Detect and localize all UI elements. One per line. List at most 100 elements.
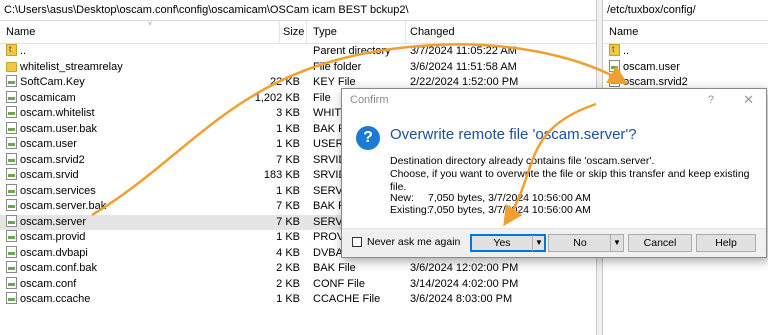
sort-indicator-icon: ˅ <box>148 21 153 28</box>
file-icon <box>6 214 17 227</box>
file-type: CCACHE File <box>313 293 381 305</box>
file-size: 2 KB <box>276 262 300 274</box>
remote-file-list: .. oscam.user oscam.srvid2 <box>603 44 768 91</box>
yes-button-label: Yes <box>493 237 511 249</box>
file-name: oscam.conf <box>20 277 77 290</box>
dialog-heading: Overwrite remote file 'oscam.server'? <box>390 126 637 143</box>
column-header-size[interactable]: Size <box>283 21 304 43</box>
file-size: 22 KB <box>270 76 300 88</box>
no-button-label: No <box>573 237 587 249</box>
file-icon <box>6 230 17 242</box>
help-button[interactable]: Help <box>696 234 756 252</box>
file-size: 183 KB <box>263 169 300 181</box>
file-size <box>230 44 300 60</box>
file-size: 1,202 KB <box>254 91 300 104</box>
file-changed: 3/6/2024 11:51:58 AM <box>410 60 517 73</box>
file-name: oscamicam <box>20 91 76 104</box>
file-icon <box>6 168 17 180</box>
file-type: File folder <box>313 60 362 73</box>
file-icon <box>609 75 620 87</box>
new-file-info: 7,050 bytes, 3/7/2024 10:56:00 AM <box>428 192 591 204</box>
file-size: 4 KB <box>276 246 300 259</box>
remote-column-header-name[interactable]: Name <box>609 21 638 43</box>
remote-file-name: .. <box>623 45 630 57</box>
file-name: oscam.server.bak <box>20 200 107 212</box>
file-name: .. <box>20 45 27 57</box>
file-changed: 3/6/2024 8:03:00 PM <box>410 293 513 305</box>
existing-file-info: 7,050 bytes, 3/7/2024 10:56:00 AM <box>428 204 591 216</box>
column-divider[interactable] <box>306 21 307 43</box>
remote-path-bar[interactable]: /etc/tuxbox/config/ <box>603 0 768 21</box>
remote-file-name: oscam.user <box>623 60 680 73</box>
file-icon <box>609 59 620 72</box>
column-header-name[interactable]: Name <box>6 21 35 43</box>
dialog-message: Destination directory already contains f… <box>390 155 760 194</box>
file-icon <box>6 152 17 165</box>
existing-label: Existing: <box>390 204 430 216</box>
up-folder-icon <box>6 44 17 58</box>
dialog-message-line: Choose, if you want to overwrite the fil… <box>390 168 750 193</box>
file-changed: 3/7/2024 11:05:22 AM <box>410 45 517 57</box>
file-icon <box>6 276 17 289</box>
column-header-changed[interactable]: Changed <box>410 21 455 43</box>
file-size: 7 KB <box>276 215 300 228</box>
remote-file-name-cell: .. <box>609 44 759 60</box>
new-label: New: <box>390 192 414 204</box>
file-icon <box>6 199 17 211</box>
dialog-title: Confirm <box>350 94 389 106</box>
file-size: 1 KB <box>276 293 300 305</box>
file-row[interactable]: whitelist_streamrelay File folder 3/6/2024… <box>0 60 596 76</box>
file-size: 3 KB <box>276 107 300 119</box>
file-name: oscam.server <box>20 215 87 228</box>
file-row[interactable]: .. Parent directory 3/7/2024 11:05:22 AM <box>0 44 596 60</box>
file-name: oscam.user <box>20 138 77 150</box>
file-name: oscam.conf.bak <box>20 262 98 274</box>
file-row[interactable]: oscam.conf.bak 2 KB BAK File 3/6/2024 12:02… <box>0 261 596 277</box>
file-name: oscam.srvid <box>20 169 79 181</box>
file-size: 7 KB <box>276 200 300 212</box>
file-changed: 3/6/2024 12:02:00 PM <box>410 262 519 274</box>
remote-file-row[interactable]: oscam.user <box>603 59 768 76</box>
file-name: oscam.ccache <box>20 293 91 305</box>
file-row[interactable]: oscam.ccache 1 KB CCACHE File 3/6/2024 8:03… <box>0 292 596 308</box>
dialog-help-icon[interactable]: ? <box>708 94 714 106</box>
local-path-bar[interactable]: C:\Users\asus\Desktop\oscam.conf\config\… <box>0 0 596 21</box>
file-icon <box>6 245 17 258</box>
never-ask-checkbox[interactable] <box>352 237 362 247</box>
file-name: whitelist_streamrelay <box>20 60 123 73</box>
file-name: oscam.user.bak <box>20 122 98 135</box>
file-icon <box>6 292 17 304</box>
file-type: BAK File <box>313 262 356 274</box>
up-folder-icon <box>609 44 620 58</box>
file-row[interactable]: oscam.conf 2 KB CONF File 3/14/2024 4:02:00… <box>0 276 596 293</box>
remote-file-name: oscam.srvid2 <box>623 76 688 88</box>
file-name: oscam.dvbapi <box>20 246 88 259</box>
file-changed: 3/14/2024 4:02:00 PM <box>410 277 519 290</box>
dialog-button-bar: Never ask me again Yes ▼ No ▼ Cancel Hel… <box>342 228 766 257</box>
yes-button[interactable]: Yes ▼ <box>470 234 546 252</box>
dialog-message-line: Destination directory already contains f… <box>390 155 655 167</box>
file-icon <box>6 106 17 118</box>
file-name: oscam.srvid2 <box>20 153 85 166</box>
column-divider[interactable] <box>279 21 280 43</box>
file-name: SoftCam.Key <box>20 76 85 88</box>
no-button[interactable]: No ▼ <box>548 234 624 252</box>
cancel-button[interactable]: Cancel <box>628 234 692 252</box>
column-divider[interactable] <box>405 21 406 43</box>
file-size: 1 KB <box>276 231 300 243</box>
file-size: 2 KB <box>276 277 300 290</box>
file-comparison: New: 7,050 bytes, 3/7/2024 10:56:00 AM Ex… <box>390 192 591 216</box>
remote-file-row[interactable]: .. <box>603 44 768 60</box>
dialog-close-icon[interactable]: ✕ <box>743 92 754 108</box>
file-type: CONF File <box>313 277 365 290</box>
file-icon <box>6 75 17 87</box>
local-column-header: ˅ Name Size Type Changed <box>0 21 596 44</box>
yes-dropdown-icon[interactable]: ▼ <box>532 235 545 251</box>
file-icon <box>6 261 17 273</box>
never-ask-label[interactable]: Never ask me again <box>367 236 460 248</box>
file-icon <box>6 90 17 103</box>
file-name: oscam.services <box>20 184 96 197</box>
remote-column-header: Name <box>603 21 768 44</box>
no-dropdown-icon[interactable]: ▼ <box>610 235 623 251</box>
column-header-type[interactable]: Type <box>313 21 337 43</box>
